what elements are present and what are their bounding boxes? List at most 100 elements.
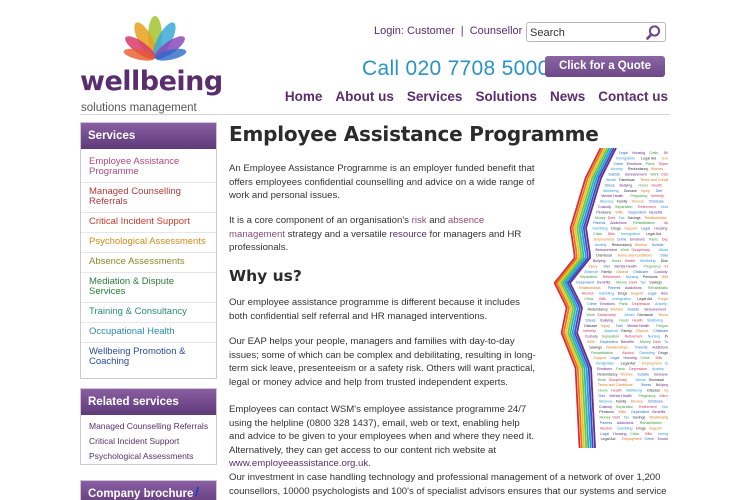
wordcloud-word: Work bbox=[598, 378, 607, 382]
wordcloud-word: Bills bbox=[645, 432, 652, 436]
related-item[interactable]: Critical Incident Support bbox=[89, 434, 216, 449]
wordcloud-word: Alcohol bbox=[622, 351, 634, 355]
related-item[interactable]: Managed Counselling Referrals bbox=[89, 419, 216, 434]
nav-solutions[interactable]: Solutions bbox=[475, 89, 537, 104]
wordcloud-word: Housing bbox=[654, 227, 667, 231]
wordcloud-word: Nursing bbox=[662, 405, 668, 409]
nav-news[interactable]: News bbox=[550, 89, 585, 104]
wordcloud-word: Work bbox=[586, 313, 595, 317]
wordcloud-word: Legal bbox=[611, 356, 620, 360]
services-panel: Services Employee Assistance Programme M… bbox=[80, 122, 217, 379]
nav-home[interactable]: Home bbox=[285, 89, 323, 104]
wordcloud-word: Crisis bbox=[584, 297, 593, 301]
wordcloud-word: Wellbeing bbox=[640, 259, 656, 263]
counsellor-login-link[interactable]: Counsellor bbox=[470, 25, 523, 37]
wordcloud-word: Bereavement bbox=[654, 372, 668, 376]
wordcloud-word: Terms and Conditions bbox=[598, 383, 633, 387]
wordcloud-word: Housing bbox=[661, 291, 668, 295]
sidebar-item-critical-incident[interactable]: Critical Incident Support bbox=[81, 213, 216, 233]
quote-button[interactable]: Click for a Quote bbox=[545, 56, 665, 77]
wordcloud-word: Redundancy bbox=[588, 308, 608, 312]
wordcloud-word: Disease bbox=[624, 189, 637, 193]
nav-services[interactable]: Services bbox=[407, 89, 463, 104]
wordcloud-word: Wellbeing bbox=[603, 189, 619, 193]
wordcloud-word: Abuse bbox=[624, 313, 634, 317]
sidebar-item-training[interactable]: Training & Consultancy bbox=[81, 303, 216, 323]
wordcloud-word: Terms and Conditions bbox=[640, 178, 668, 182]
wordcloud-word: Gambling bbox=[639, 351, 654, 355]
wordcloud-word: Work bbox=[650, 173, 659, 177]
website-link[interactable]: www.employeeassistance.org.uk bbox=[229, 458, 368, 469]
wordcloud-word: Bullying bbox=[593, 259, 606, 263]
wordcloud-word: Bills bbox=[599, 297, 606, 301]
wordcloud-word: Tax bbox=[664, 340, 668, 344]
wordcloud-word: Custody bbox=[585, 335, 598, 339]
sidebar-item-psychological-assessments[interactable]: Psychological Assessments bbox=[81, 233, 216, 253]
wordcloud-word: Parents bbox=[608, 286, 621, 290]
sidebar-item-occupational-health[interactable]: Occupational Health bbox=[81, 323, 216, 343]
wordcloud-word: Pregnancy bbox=[639, 394, 656, 398]
resource-link[interactable]: resource bbox=[390, 229, 427, 240]
search-input[interactable] bbox=[530, 25, 640, 40]
wordcloud-word: Debt bbox=[653, 340, 661, 344]
wordcloud-word: Drugs bbox=[636, 426, 646, 430]
sidebar-item-absence-assessments[interactable]: Absence Assessments bbox=[81, 253, 216, 273]
nav-contact-us[interactable]: Contact us bbox=[598, 89, 668, 104]
wordcloud-word: Addictions bbox=[625, 286, 642, 290]
main-nav: Home About us Services Solutions News Co… bbox=[285, 89, 668, 104]
related-item[interactable]: Psychological Assessments bbox=[89, 449, 216, 464]
wordcloud-word: Diet bbox=[616, 324, 622, 328]
wordcloud-word: Nursing bbox=[626, 275, 638, 279]
risk-link[interactable]: risk bbox=[412, 215, 427, 226]
wordcloud-word: Addictions bbox=[652, 345, 668, 349]
wordcloud-word: Diet bbox=[604, 264, 610, 268]
wordcloud-word: Panic bbox=[649, 237, 658, 241]
wordcloud-word: Immigration bbox=[596, 362, 615, 366]
wordcloud-word: Redundancy bbox=[628, 167, 648, 171]
wordcloud-word: Hours bbox=[639, 183, 649, 187]
phone-number: Call 020 7708 5000 bbox=[362, 57, 550, 80]
wordcloud-word: Bereavement bbox=[645, 308, 666, 312]
wordcloud-word: Terms and Conditions bbox=[658, 313, 668, 317]
wordcloud-word: Dismissal bbox=[649, 378, 665, 382]
wordcloud-word: Dependent bbox=[576, 281, 594, 285]
wordcloud-word: Legal Aid bbox=[641, 156, 656, 160]
wordcloud-word: Rehabilitation bbox=[640, 421, 662, 425]
wordcloud-word: Crime bbox=[614, 162, 624, 166]
wordcloud-word: Abuse bbox=[636, 378, 646, 382]
wordcloud-word: Housing bbox=[613, 432, 626, 436]
wordcloud-word: Legal bbox=[641, 227, 650, 231]
nav-about-us[interactable]: About us bbox=[335, 89, 394, 104]
wordcloud-word: Work bbox=[621, 248, 630, 252]
wordcloud-word: Crime bbox=[665, 362, 668, 366]
sidebar-item-wellbeing-promotion[interactable]: Wellbeing Promotion & Coaching bbox=[81, 343, 216, 372]
wordcloud-word: Retirement bbox=[625, 335, 643, 339]
wordcloud-word: Absence bbox=[604, 329, 618, 333]
wordcloud-word: Crisis bbox=[641, 356, 650, 360]
wordcloud-word: Support bbox=[594, 356, 607, 360]
customer-login-link[interactable]: Customer bbox=[407, 25, 455, 37]
wordcloud-word: Bills bbox=[656, 356, 663, 360]
wordcloud-word: Benefits bbox=[652, 410, 665, 414]
services-list: Employee Assistance Programme Managed Co… bbox=[81, 149, 216, 372]
wordcloud-word: Crime bbox=[645, 437, 655, 441]
wordcloud-word: Money bbox=[600, 416, 611, 420]
wordcloud-word: Alcohol bbox=[664, 221, 668, 225]
sidebar-item-managed-counselling[interactable]: Managed Counselling Referrals bbox=[81, 183, 216, 213]
wordcloud-word: Wellbeing bbox=[647, 318, 663, 322]
wordcloud-word: Savings bbox=[633, 416, 646, 420]
wordcloud-word: Wills bbox=[587, 340, 595, 344]
wordcloud-word: Panic bbox=[619, 302, 628, 306]
wordcloud-word: Anxiety bbox=[655, 302, 667, 306]
wordcloud-word: Pensions bbox=[596, 210, 611, 214]
search-icon[interactable] bbox=[645, 24, 662, 41]
sidebar-item-employee-assistance[interactable]: Employee Assistance Programme bbox=[81, 153, 216, 183]
wordcloud-word: Health bbox=[632, 318, 642, 322]
wordcloud-word: Debt bbox=[629, 281, 637, 285]
sidebar-item-mediation[interactable]: Mediation & Dispute Services bbox=[81, 273, 216, 303]
wordcloud-word: Pensions bbox=[643, 275, 658, 279]
wordcloud-word: Nursing bbox=[661, 205, 668, 209]
logo[interactable]: wellbeing solutions management bbox=[80, 14, 223, 114]
wordcloud-word: Retirement bbox=[639, 405, 657, 409]
wordcloud-word: Alcohol bbox=[582, 291, 594, 295]
